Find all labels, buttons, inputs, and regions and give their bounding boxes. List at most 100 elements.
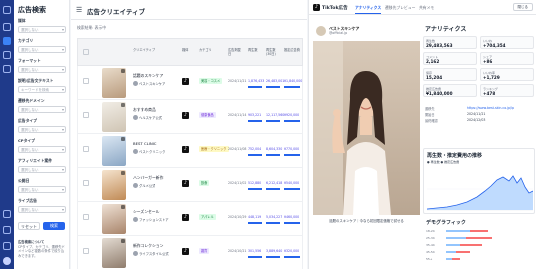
ad-date: 2024/11/08 — [228, 147, 247, 151]
tab-shared-memo[interactable]: 共有メモ — [419, 5, 434, 11]
creative-title[interactable]: ハンバーガー新作 — [133, 175, 175, 181]
creative-title[interactable]: 新作コレクション — [133, 243, 175, 249]
account-name[interactable]: ベストスキンケア — [139, 81, 165, 86]
creative-thumbnail[interactable] — [102, 68, 126, 98]
table-row[interactable]: おすすめ商品 ヘルスケア公式 ♪ 健康食品 2024/11/14 903,221… — [77, 100, 303, 134]
domain-select[interactable]: 選択しない — [18, 105, 66, 113]
col-spend[interactable]: 推定広告費 — [284, 48, 300, 52]
col-media[interactable]: 媒体 — [182, 48, 188, 52]
creative-title[interactable]: シーズンセール — [133, 209, 175, 215]
filter-format: フォーマット 選択しない — [18, 58, 66, 73]
ads-list-icon[interactable] — [3, 37, 11, 45]
creative-thumbnail[interactable] — [102, 238, 126, 268]
video-frame[interactable] — [313, 41, 420, 215]
stat-card: いいね +704,354 — [480, 36, 534, 49]
col-category[interactable]: カテゴリ — [199, 48, 212, 52]
row-checkbox[interactable] — [83, 248, 89, 254]
live-select[interactable]: 選択しない — [18, 205, 66, 213]
demo-row: 55+ — [426, 257, 460, 261]
views-30d-value: 6,212,418 — [266, 181, 283, 185]
video-preview[interactable]: ベストスキンケア @official.jp 話題のスキンケア｜今なら初回限定価格… — [313, 21, 420, 233]
trend-chart-plot — [427, 175, 533, 211]
cp-type-select[interactable]: 選択しない — [18, 145, 66, 153]
table-row[interactable]: 新作コレクション ライフスタイル公式 ♪ 雑貨 2024/10/21 301,5… — [77, 236, 303, 269]
creative-thumbnail[interactable] — [102, 136, 126, 166]
affiliate-select[interactable]: 選択しない — [18, 165, 66, 173]
col-views-30d[interactable]: 再生数(30日) — [266, 48, 280, 56]
views-bar — [248, 154, 262, 156]
creative-title[interactable]: おすすめ商品 — [133, 107, 175, 113]
settings-icon[interactable] — [3, 242, 11, 250]
account-avatar — [133, 149, 138, 154]
ad-date: 2024/11/02 — [228, 181, 247, 185]
tab-landing-preview[interactable]: 遷移先プレビュー — [385, 5, 415, 11]
ad-date: 2024/11/14 — [228, 113, 247, 117]
col-creative[interactable]: クリエイティブ — [133, 48, 155, 52]
chart-icon[interactable] — [3, 51, 11, 59]
keyword-input[interactable]: キーワードを検索 — [18, 85, 66, 93]
creative-table: クリエイティブ 媒体 カテゴリ 広告掲載日 再生数 再生数(30日) 推定広告費… — [77, 38, 303, 269]
user-avatar[interactable] — [3, 257, 11, 265]
date-select[interactable]: 選択しない — [18, 185, 66, 193]
creative-thumbnail[interactable] — [102, 102, 126, 132]
table-row[interactable]: ハンバーガー新作 グルメ公式 ♪ 飲食 2024/11/02 512,880 6… — [77, 168, 303, 202]
table-header: クリエイティブ 媒体 カテゴリ 広告掲載日 再生数 再生数(30日) 推定広告費 — [77, 38, 303, 66]
account-name[interactable]: ファッションストア — [139, 217, 169, 222]
row-checkbox[interactable] — [83, 214, 89, 220]
tiktok-icon: ♪ — [182, 78, 189, 85]
tiktok-icon: ♪ — [182, 248, 189, 255]
spend-bar — [284, 222, 300, 224]
row-checkbox[interactable] — [83, 78, 89, 84]
table-row[interactable]: BEST CLINIC ベストクリニック ♪ 医療・クリニック 2024/11/… — [77, 134, 303, 168]
row-checkbox[interactable] — [83, 146, 89, 152]
table-row[interactable]: シーズンセール ファッションストア ♪ アパレル 2024/10/29 448,… — [77, 202, 303, 236]
media-select[interactable]: 選択しない — [18, 25, 66, 33]
account-name[interactable]: ベストスキンケア — [329, 26, 359, 31]
close-panel-button[interactable]: 閉じる — [512, 3, 533, 11]
search-button[interactable]: 検索 — [43, 222, 65, 230]
help-icon[interactable] — [3, 226, 11, 234]
select-all-checkbox[interactable] — [83, 49, 89, 55]
account-avatar — [133, 217, 138, 222]
account-name[interactable]: ヘルスケア公式 — [139, 115, 162, 120]
stat-card: コメント 2,162 — [423, 52, 477, 65]
views-30d-bar — [266, 86, 280, 88]
row-checkbox[interactable] — [83, 112, 89, 118]
category-tag: 雑貨 — [199, 248, 210, 254]
creative-thumbnail[interactable] — [102, 204, 126, 234]
landing-url-link[interactable]: https://www.best-skin.co.jp/lp — [467, 106, 514, 110]
creative-thumbnail[interactable] — [102, 170, 126, 200]
account-avatar — [133, 81, 138, 86]
filter-panel: 広告検索 媒体 選択しない カテゴリ 選択しない フォーマット 選択しない 説明… — [14, 0, 70, 269]
video-account: ベストスキンケア @official.jp — [313, 21, 420, 41]
tab-analytics[interactable]: アナリティクス — [355, 5, 382, 14]
col-date[interactable]: 広告掲載日 — [228, 48, 242, 56]
account-name[interactable]: ライフスタイル公式 — [139, 251, 169, 256]
col-views[interactable]: 再生数 — [248, 48, 258, 52]
format-select[interactable]: 選択しない — [18, 65, 66, 73]
bookmark-icon[interactable] — [3, 65, 11, 73]
filter-live: ライブ広告 選択しない — [18, 198, 66, 213]
menu-icon[interactable]: ☰ — [76, 7, 82, 14]
views-value: 1,876,433 — [248, 79, 265, 83]
account-name[interactable]: ベストクリニック — [139, 149, 165, 154]
result-count: 検索結果: 表示中 — [77, 25, 107, 30]
account-name[interactable]: グルメ公式 — [139, 183, 155, 188]
spend-value: ¥920,000 — [284, 113, 300, 117]
app-logo-icon[interactable] — [3, 6, 11, 14]
creative-title[interactable]: 話題のスキンケア — [133, 73, 175, 79]
tiktok-icon: ♪ — [182, 180, 189, 187]
creative-title[interactable]: BEST CLINIC — [133, 141, 175, 146]
panel-header: ♪ TikTok広告 アナリティクス 遷移先プレビュー 共有メモ 閉じる — [309, 0, 536, 15]
tiktok-icon: ♪ — [182, 146, 189, 153]
send-icon[interactable] — [3, 210, 11, 218]
ad-type-select[interactable]: 選択しない — [18, 125, 66, 133]
views-value: 903,221 — [248, 113, 262, 117]
dashboard-icon[interactable] — [3, 23, 11, 31]
reset-button[interactable]: リセット — [18, 222, 40, 230]
row-checkbox[interactable] — [83, 180, 89, 186]
demo-row: 18-24 — [426, 229, 488, 233]
table-row[interactable]: 話題のスキンケア ベストスキンケア ♪ 美容・コスメ 2024/11/21 1,… — [77, 66, 303, 100]
category-select[interactable]: 選択しない — [18, 45, 66, 53]
account-avatar — [133, 183, 138, 188]
